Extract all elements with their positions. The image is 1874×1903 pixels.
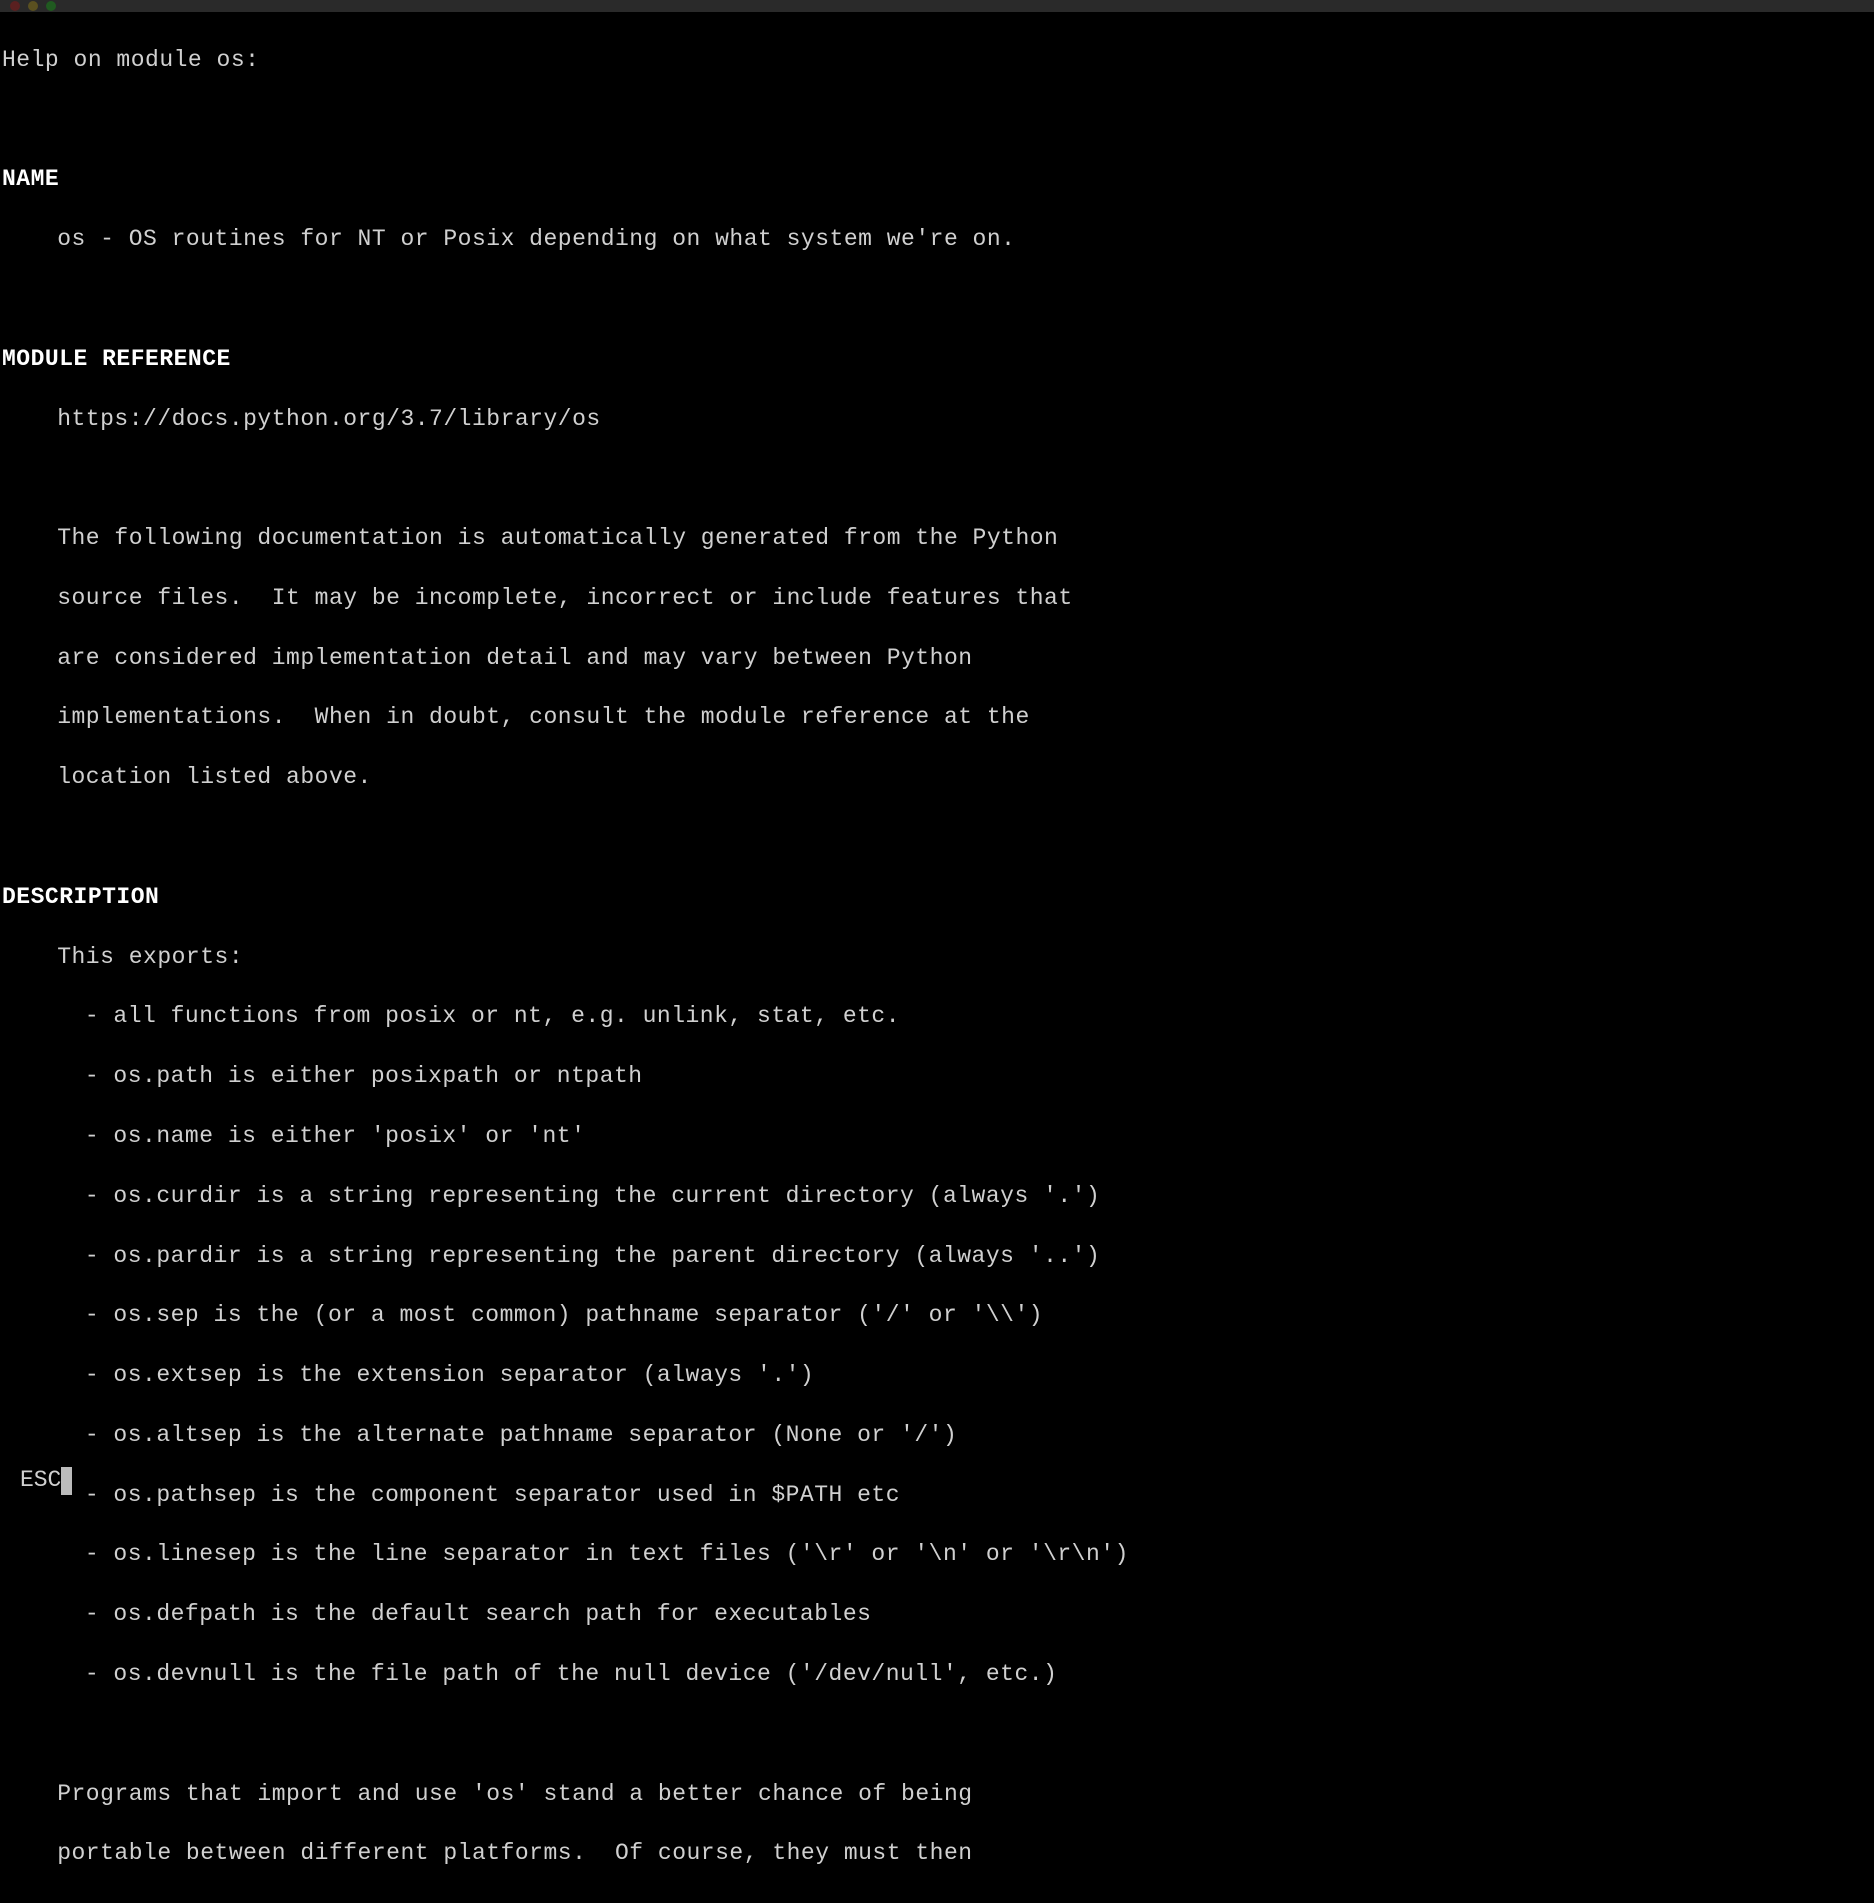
pager-status-line[interactable]: ESC	[2, 1466, 72, 1496]
description-item: - os.linesep is the line separator in te…	[2, 1540, 1872, 1570]
blank-line	[2, 285, 1872, 315]
description-item: - os.extsep is the extension separator (…	[2, 1361, 1872, 1391]
description-item: - os.altsep is the alternate pathname se…	[2, 1421, 1872, 1451]
terminal-viewport[interactable]: Help on module os: NAME os - OS routines…	[0, 12, 1874, 1903]
description-intro: This exports:	[2, 943, 1872, 973]
cursor-icon	[61, 1467, 71, 1495]
description-item: - os.path is either posixpath or ntpath	[2, 1062, 1872, 1092]
section-heading-description: DESCRIPTION	[2, 883, 1872, 913]
blank-line	[2, 464, 1872, 494]
blank-line	[2, 823, 1872, 853]
description-item: - os.pardir is a string representing the…	[2, 1242, 1872, 1272]
name-body: os - OS routines for NT or Posix dependi…	[2, 225, 1872, 255]
description-item: - os.name is either 'posix' or 'nt'	[2, 1122, 1872, 1152]
blank-line	[2, 106, 1872, 136]
help-intro: Help on module os:	[2, 46, 1872, 76]
description-item: - os.pathsep is the component separator …	[2, 1481, 1872, 1511]
description-item: - os.sep is the (or a most common) pathn…	[2, 1301, 1872, 1331]
description-item: - os.curdir is a string representing the…	[2, 1182, 1872, 1212]
module-ref-note: location listed above.	[2, 763, 1872, 793]
section-heading-module-reference: MODULE REFERENCE	[2, 345, 1872, 375]
module-reference-url: https://docs.python.org/3.7/library/os	[2, 405, 1872, 435]
blank-line	[2, 1720, 1872, 1750]
description-item: - all functions from posix or nt, e.g. u…	[2, 1002, 1872, 1032]
window-titlebar	[0, 0, 1874, 12]
module-ref-note: The following documentation is automatic…	[2, 524, 1872, 554]
description-tail: Programs that import and use 'os' stand …	[2, 1780, 1872, 1810]
module-ref-note: are considered implementation detail and…	[2, 644, 1872, 674]
module-ref-note: implementations. When in doubt, consult …	[2, 703, 1872, 733]
minimize-icon[interactable]	[28, 1, 38, 11]
module-ref-note: source files. It may be incomplete, inco…	[2, 584, 1872, 614]
maximize-icon[interactable]	[46, 1, 56, 11]
pager-mode-text: ESC	[20, 1466, 61, 1496]
description-tail: portable between different platforms. Of…	[2, 1839, 1872, 1869]
section-heading-name: NAME	[2, 165, 1872, 195]
description-item: - os.defpath is the default search path …	[2, 1600, 1872, 1630]
close-icon[interactable]	[10, 1, 20, 11]
description-item: - os.devnull is the file path of the nul…	[2, 1660, 1872, 1690]
